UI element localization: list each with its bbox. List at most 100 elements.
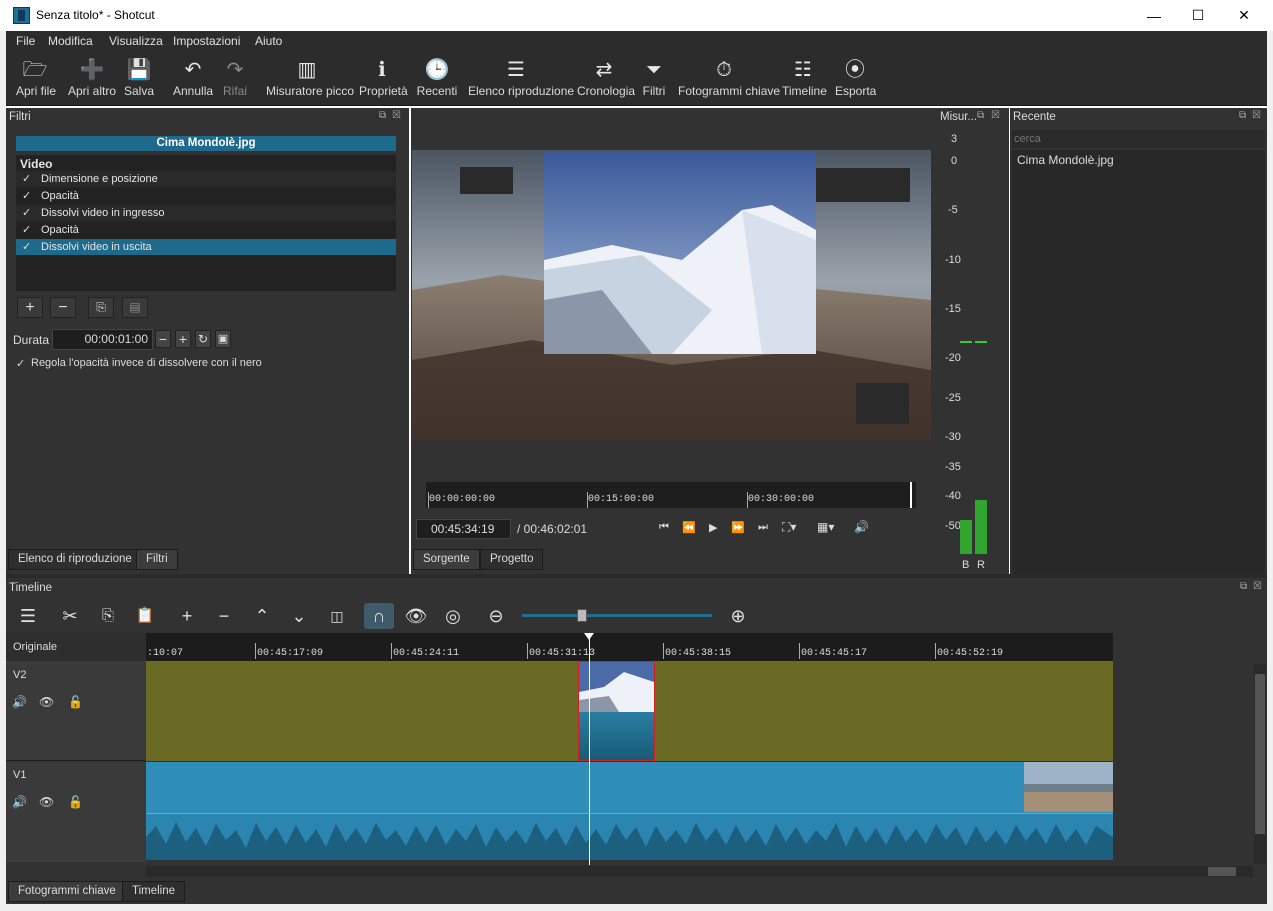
maximize-button[interactable]: ☐ bbox=[1175, 0, 1221, 31]
close-panel-icon[interactable]: ☒ bbox=[1253, 581, 1262, 592]
reset-icon[interactable]: ↻ bbox=[195, 330, 211, 348]
add-filter-button[interactable]: + bbox=[17, 297, 43, 318]
tab-source[interactable]: Sorgente bbox=[413, 549, 480, 570]
save-button[interactable]: 💾 Salva bbox=[124, 56, 154, 102]
close-panel-icon[interactable]: ☒ bbox=[392, 110, 401, 121]
float-panel-icon[interactable]: ⧉ bbox=[379, 110, 386, 121]
overwrite-icon[interactable]: ⌄ bbox=[284, 603, 314, 629]
filter-item[interactable]: ✓ Opacità bbox=[16, 222, 396, 238]
viewer-ruler[interactable]: 00:00:00:00 00:15:00:00 00:30:00:00 bbox=[426, 482, 916, 508]
checkmark-icon[interactable]: ✓ bbox=[22, 171, 31, 187]
history-button[interactable]: ⇄ Cronologia bbox=[577, 56, 635, 102]
filter-item[interactable]: ✓ Opacità bbox=[16, 188, 396, 204]
close-panel-icon[interactable]: ☒ bbox=[1252, 110, 1261, 121]
open-other-button[interactable]: ➕ Apri altro bbox=[66, 56, 118, 102]
tab-filters[interactable]: Filtri bbox=[136, 549, 178, 570]
menu-modifica[interactable]: Modifica bbox=[48, 34, 93, 48]
mute-icon[interactable]: 🔊 bbox=[12, 695, 27, 709]
split-icon[interactable]: ◫ bbox=[322, 603, 352, 629]
properties-button[interactable]: ℹ Proprietà bbox=[359, 56, 408, 102]
export-button[interactable]: ⦿ Esporta bbox=[835, 56, 876, 102]
copy-icon[interactable]: ⎘ bbox=[93, 603, 123, 629]
filter-item-selected[interactable]: ✓ Dissolvi video in uscita bbox=[16, 239, 396, 255]
skip-next-icon[interactable]: ⏭ bbox=[758, 521, 768, 534]
remove-icon[interactable]: − bbox=[209, 603, 239, 629]
filter-item[interactable]: ✓ Dimensione e posizione bbox=[16, 171, 396, 187]
play-icon[interactable]: ▶ bbox=[709, 521, 717, 534]
playhead[interactable] bbox=[910, 482, 912, 508]
playhead-marker-icon[interactable] bbox=[584, 633, 594, 640]
checkmark-icon[interactable]: ✓ bbox=[22, 188, 31, 204]
plus-icon[interactable]: + bbox=[175, 330, 191, 348]
cut-icon[interactable]: ✂ bbox=[55, 603, 85, 629]
float-panel-icon[interactable]: ⧉ bbox=[1239, 110, 1246, 121]
float-panel-icon[interactable]: ⧉ bbox=[1240, 581, 1247, 592]
rewind-icon[interactable]: ⏪ bbox=[682, 521, 696, 534]
clip-v1-video[interactable] bbox=[146, 762, 1113, 814]
recent-item[interactable]: Cima Mondolè.jpg bbox=[1017, 153, 1114, 167]
horizontal-scrollbar[interactable] bbox=[146, 866, 1253, 877]
menu-aiuto[interactable]: Aiuto bbox=[255, 34, 282, 48]
paste-icon[interactable]: 📋 bbox=[130, 603, 160, 629]
duration-input[interactable]: 00:00:01:00 bbox=[52, 329, 153, 350]
track-v2[interactable] bbox=[146, 661, 1113, 761]
checkmark-icon[interactable]: ✓ bbox=[22, 222, 31, 238]
playlist-button[interactable]: ☰ Elenco riproduzione bbox=[468, 56, 574, 102]
scrub-eye-icon[interactable]: 👁 bbox=[401, 603, 431, 629]
ripple-icon[interactable]: ◎ bbox=[438, 603, 468, 629]
zoom-fit-icon[interactable]: ⛶▾ bbox=[782, 520, 796, 535]
lift-icon[interactable]: ⌃ bbox=[247, 603, 277, 629]
track-v1[interactable] bbox=[146, 762, 1113, 860]
undo-button[interactable]: ↶ Annulla bbox=[173, 56, 213, 102]
checkmark-icon[interactable]: ✓ bbox=[22, 239, 31, 255]
peak-meter-button[interactable]: ▥ Misuratore picco bbox=[266, 56, 354, 102]
current-time-input[interactable]: 00:45:34:19 bbox=[416, 519, 511, 539]
mute-icon[interactable]: 🔊 bbox=[12, 795, 27, 809]
horizontal-scrollbar-thumb[interactable] bbox=[1208, 867, 1236, 876]
remove-filter-button[interactable]: − bbox=[50, 297, 76, 318]
eye-icon[interactable]: 👁 bbox=[39, 795, 54, 809]
zoom-in-icon[interactable]: ⊕ bbox=[723, 603, 753, 629]
append-icon[interactable]: + bbox=[172, 603, 202, 629]
recent-search-input[interactable] bbox=[1012, 130, 1265, 148]
open-file-button[interactable]: 🗁 Apri file bbox=[16, 56, 56, 102]
lock-icon[interactable]: 🔓 bbox=[68, 695, 83, 709]
skip-previous-icon[interactable]: ⏮ bbox=[659, 521, 669, 534]
recent-button[interactable]: 🕒 Recenti bbox=[416, 56, 458, 102]
keyframes-button[interactable]: ⏱ Fotogrammi chiave bbox=[678, 56, 780, 102]
vertical-scrollbar[interactable] bbox=[1254, 664, 1266, 864]
tab-keyframes[interactable]: Fotogrammi chiave bbox=[8, 881, 126, 902]
copy-filter-button[interactable]: ⎘ bbox=[88, 297, 114, 318]
eye-icon[interactable]: 👁 bbox=[39, 695, 54, 709]
zoom-slider[interactable] bbox=[522, 614, 712, 617]
vertical-scrollbar-thumb[interactable] bbox=[1255, 674, 1265, 834]
track-header-v2[interactable]: V2 🔊 👁 🔓 bbox=[6, 661, 146, 761]
zoom-slider-handle[interactable] bbox=[577, 609, 587, 622]
minus-icon[interactable]: − bbox=[155, 330, 171, 348]
tab-playlist[interactable]: Elenco di riproduzione bbox=[8, 549, 142, 570]
float-panel-icon[interactable]: ⧉ bbox=[977, 110, 984, 121]
tab-project[interactable]: Progetto bbox=[480, 549, 544, 570]
volume-icon[interactable]: 🔊 bbox=[854, 520, 869, 534]
track-header-v1[interactable]: V1 🔊 👁 🔓 bbox=[6, 762, 146, 862]
fast-forward-icon[interactable]: ⏩ bbox=[731, 521, 745, 534]
timeline-button[interactable]: ☷ Timeline bbox=[782, 56, 827, 102]
snap-magnet-icon[interactable]: ∩ bbox=[364, 603, 394, 629]
menu-file[interactable]: File bbox=[16, 34, 35, 48]
filter-item[interactable]: ✓ Dissolvi video in ingresso bbox=[16, 205, 396, 221]
tab-timeline[interactable]: Timeline bbox=[122, 881, 186, 902]
checkmark-icon[interactable]: ✓ bbox=[22, 205, 31, 221]
timeline-menu-icon[interactable]: ☰ bbox=[13, 603, 43, 629]
close-panel-icon[interactable]: ☒ bbox=[991, 110, 1000, 121]
paste-filter-button[interactable]: ▤ bbox=[122, 297, 148, 318]
grid-icon[interactable]: ▦▾ bbox=[817, 520, 834, 534]
zoom-out-icon[interactable]: ⊖ bbox=[481, 603, 511, 629]
close-button[interactable]: ✕ bbox=[1221, 0, 1267, 31]
checkbox-check-icon[interactable]: ✓ bbox=[16, 357, 25, 370]
menu-impostazioni[interactable]: Impostazioni bbox=[173, 34, 240, 48]
filters-button[interactable]: ⏷ Filtri bbox=[642, 56, 666, 102]
minimize-button[interactable]: — bbox=[1131, 0, 1177, 31]
redo-button[interactable]: ↷ Rifai bbox=[220, 56, 250, 102]
timeline-ruler[interactable]: :10:07 00:45:17:09 00:45:24:11 00:45:31:… bbox=[146, 633, 1113, 661]
filter-list[interactable]: Video ✓ Dimensione e posizione ✓ Opacità ✓… bbox=[16, 155, 396, 291]
